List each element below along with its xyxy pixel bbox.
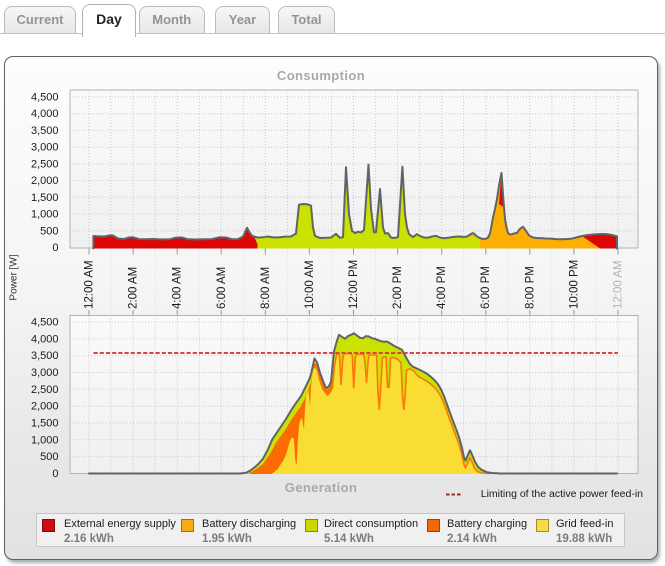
svg-text:3,500: 3,500 bbox=[31, 350, 59, 362]
svg-text:4,000: 4,000 bbox=[31, 108, 59, 120]
svg-text:1,000: 1,000 bbox=[31, 209, 59, 221]
svg-text:4:00 PM: 4:00 PM bbox=[436, 266, 448, 309]
svg-text:8:00 PM: 8:00 PM bbox=[524, 266, 536, 309]
svg-text:2:00 PM: 2:00 PM bbox=[392, 266, 404, 309]
svg-text:10:00 AM: 10:00 AM bbox=[304, 260, 316, 309]
svg-text:1,000: 1,000 bbox=[31, 434, 59, 446]
svg-text:500: 500 bbox=[40, 451, 58, 463]
svg-text:500: 500 bbox=[40, 225, 58, 237]
svg-text:Consumption: Consumption bbox=[277, 68, 365, 83]
svg-text:3,500: 3,500 bbox=[31, 125, 59, 137]
svg-text:2,500: 2,500 bbox=[31, 384, 59, 396]
svg-text:6:00 AM: 6:00 AM bbox=[216, 267, 228, 309]
svg-text:8:00 AM: 8:00 AM bbox=[260, 267, 272, 309]
svg-text:4:00 AM: 4:00 AM bbox=[172, 267, 184, 309]
svg-text:2,000: 2,000 bbox=[31, 401, 59, 413]
svg-text:Generation: Generation bbox=[285, 480, 358, 495]
svg-text:12:00 AM: 12:00 AM bbox=[84, 260, 96, 309]
svg-text:0: 0 bbox=[52, 468, 58, 480]
svg-text:4,000: 4,000 bbox=[31, 333, 59, 345]
svg-text:3,000: 3,000 bbox=[31, 367, 59, 379]
svg-text:12:00 PM: 12:00 PM bbox=[348, 260, 360, 309]
svg-text:10:00 PM: 10:00 PM bbox=[568, 260, 580, 309]
svg-text:4,500: 4,500 bbox=[31, 92, 59, 104]
svg-text:3,000: 3,000 bbox=[31, 142, 59, 154]
svg-text:Power [W]: Power [W] bbox=[9, 254, 20, 300]
svg-text:6:00 PM: 6:00 PM bbox=[480, 266, 492, 309]
svg-text:1,500: 1,500 bbox=[31, 418, 59, 430]
svg-text:2,500: 2,500 bbox=[31, 158, 59, 170]
svg-text:4,500: 4,500 bbox=[31, 317, 59, 329]
svg-text:0: 0 bbox=[52, 242, 58, 254]
svg-text:Limiting of the active power f: Limiting of the active power feed-in bbox=[481, 488, 643, 500]
svg-text:2:00 AM: 2:00 AM bbox=[128, 267, 140, 309]
svg-text:2,000: 2,000 bbox=[31, 175, 59, 187]
svg-text:12:00 AM: 12:00 AM bbox=[613, 260, 625, 309]
svg-text:1,500: 1,500 bbox=[31, 192, 59, 204]
